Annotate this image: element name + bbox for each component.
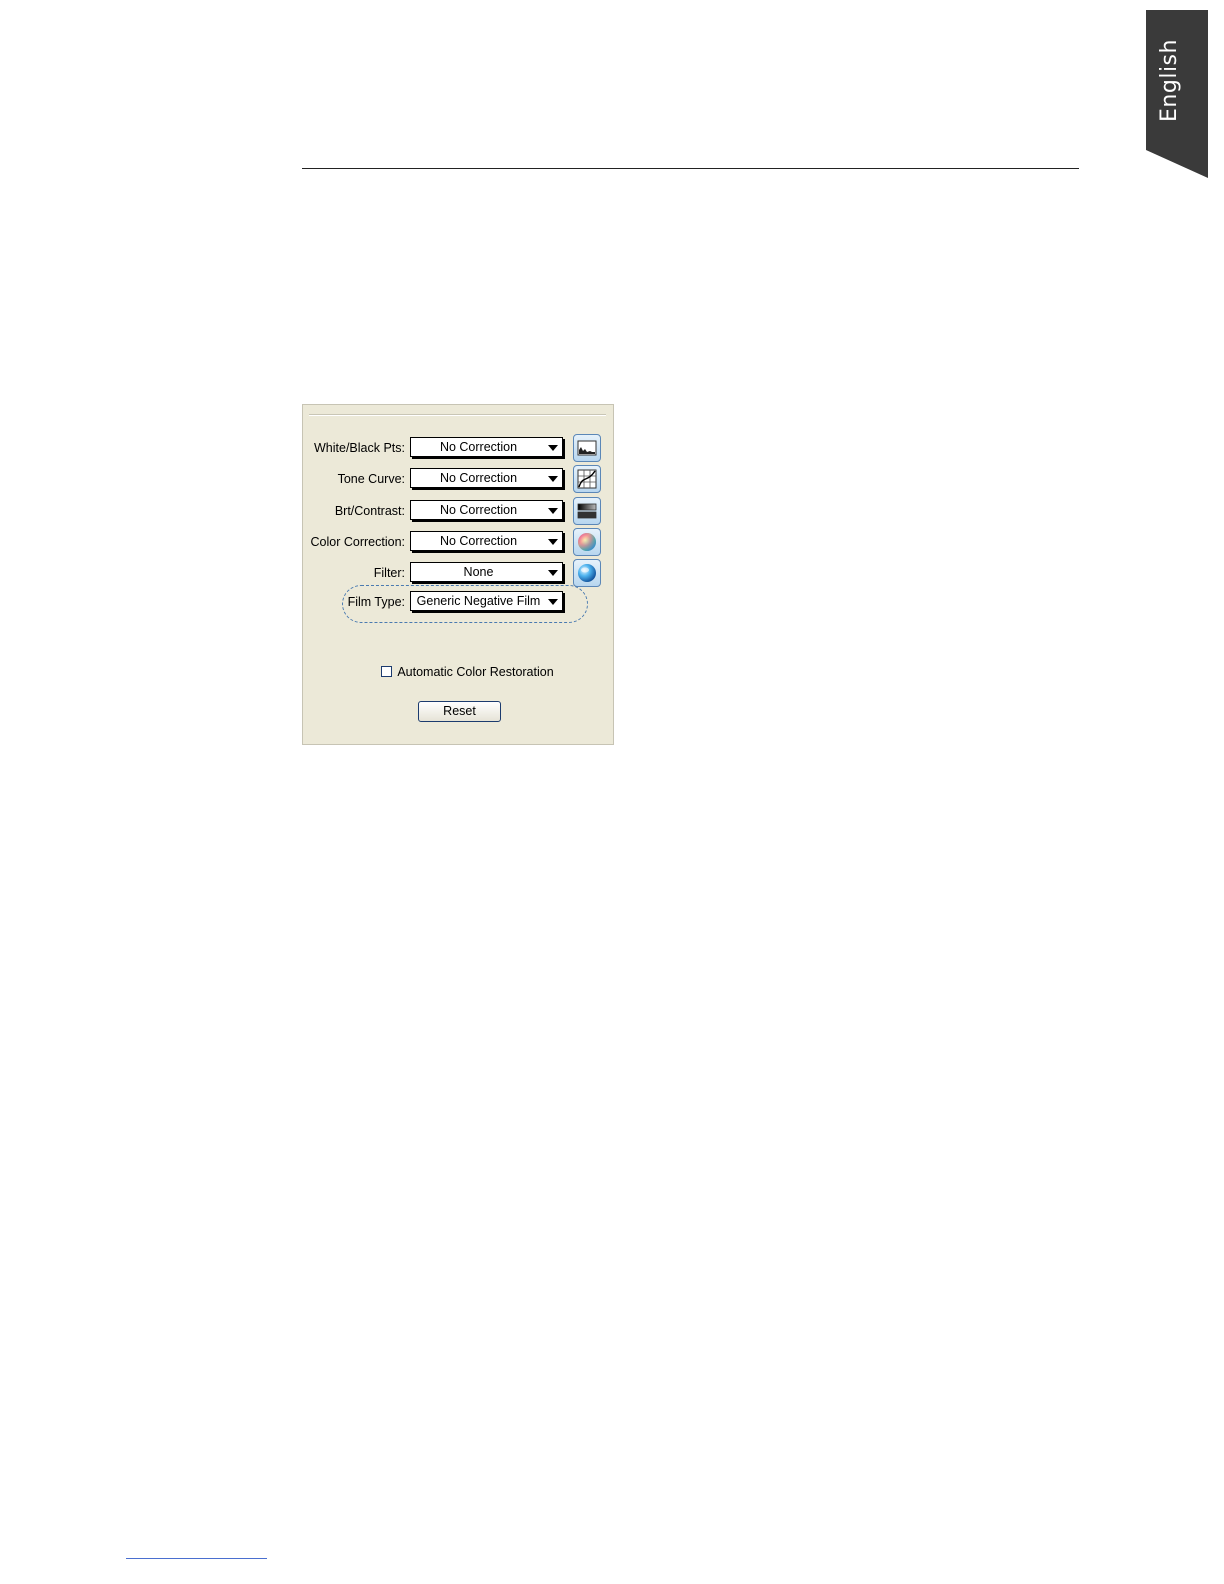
- tone-curve-label: Tone Curve:: [337, 472, 405, 486]
- white-black-points-row: White/Black Pts: No Correction: [303, 434, 615, 462]
- white-black-points-value: No Correction: [439, 440, 518, 454]
- brightness-contrast-icon: [577, 503, 597, 519]
- header-rule: [302, 168, 1079, 169]
- tone-curve-icon: [577, 469, 597, 489]
- language-label: English: [1156, 38, 1182, 122]
- color-correction-label: Color Correction:: [310, 535, 405, 549]
- tone-curve-row: Tone Curve: No Correction: [303, 465, 615, 493]
- auto-color-restoration-option[interactable]: Automatic Color Restoration: [381, 664, 554, 682]
- image-adjustment-panel: White/Black Pts: No Correction Tone Curv…: [302, 404, 614, 745]
- auto-color-restoration-label: Automatic Color Restoration: [397, 664, 554, 679]
- color-correction-dropdown[interactable]: No Correction: [410, 531, 563, 551]
- filter-row: Filter: None: [303, 559, 615, 587]
- brightness-contrast-row: Brt/Contrast: No Correction: [303, 497, 615, 525]
- dropdown-arrow-icon: [548, 539, 558, 545]
- filter-label: Filter:: [373, 566, 405, 580]
- film-type-row: Film Type: Generic Negative Film: [303, 590, 615, 616]
- tone-curve-value: No Correction: [439, 471, 518, 485]
- dropdown-arrow-icon: [548, 570, 558, 576]
- dropdown-arrow-icon: [548, 599, 558, 605]
- white-black-points-dropdown[interactable]: No Correction: [410, 437, 563, 457]
- color-correction-value: No Correction: [439, 534, 518, 548]
- language-label-wrap: English: [1146, 10, 1192, 150]
- brightness-contrast-label: Brt/Contrast:: [334, 504, 405, 518]
- color-wheel-icon: [578, 533, 596, 551]
- filter-sphere-icon: [578, 564, 596, 582]
- white-black-points-label: White/Black Pts:: [314, 441, 405, 455]
- filter-dropdown[interactable]: None: [410, 562, 563, 582]
- footer-rule: [126, 1558, 267, 1559]
- dropdown-arrow-icon: [548, 476, 558, 482]
- histogram-button[interactable]: [573, 434, 601, 462]
- brightness-contrast-button[interactable]: [573, 497, 601, 525]
- film-type-dropdown[interactable]: Generic Negative Film: [410, 591, 563, 611]
- auto-color-restoration-checkbox[interactable]: [381, 666, 392, 678]
- film-type-label: Film Type:: [347, 595, 405, 609]
- panel-separator: [309, 414, 606, 416]
- dropdown-arrow-icon: [548, 508, 558, 514]
- film-type-value: Generic Negative Film: [416, 594, 541, 608]
- reset-button[interactable]: Reset: [418, 701, 501, 722]
- tone-curve-button[interactable]: [573, 465, 601, 493]
- color-correction-button[interactable]: [573, 528, 601, 556]
- filter-button[interactable]: [573, 559, 601, 587]
- brightness-contrast-dropdown[interactable]: No Correction: [410, 500, 563, 520]
- brightness-contrast-value: No Correction: [439, 503, 518, 517]
- tone-curve-dropdown[interactable]: No Correction: [410, 468, 563, 488]
- filter-value: None: [463, 565, 494, 579]
- histogram-icon: [577, 440, 597, 456]
- dropdown-arrow-icon: [548, 445, 558, 451]
- color-correction-row: Color Correction: No Correction: [303, 528, 615, 556]
